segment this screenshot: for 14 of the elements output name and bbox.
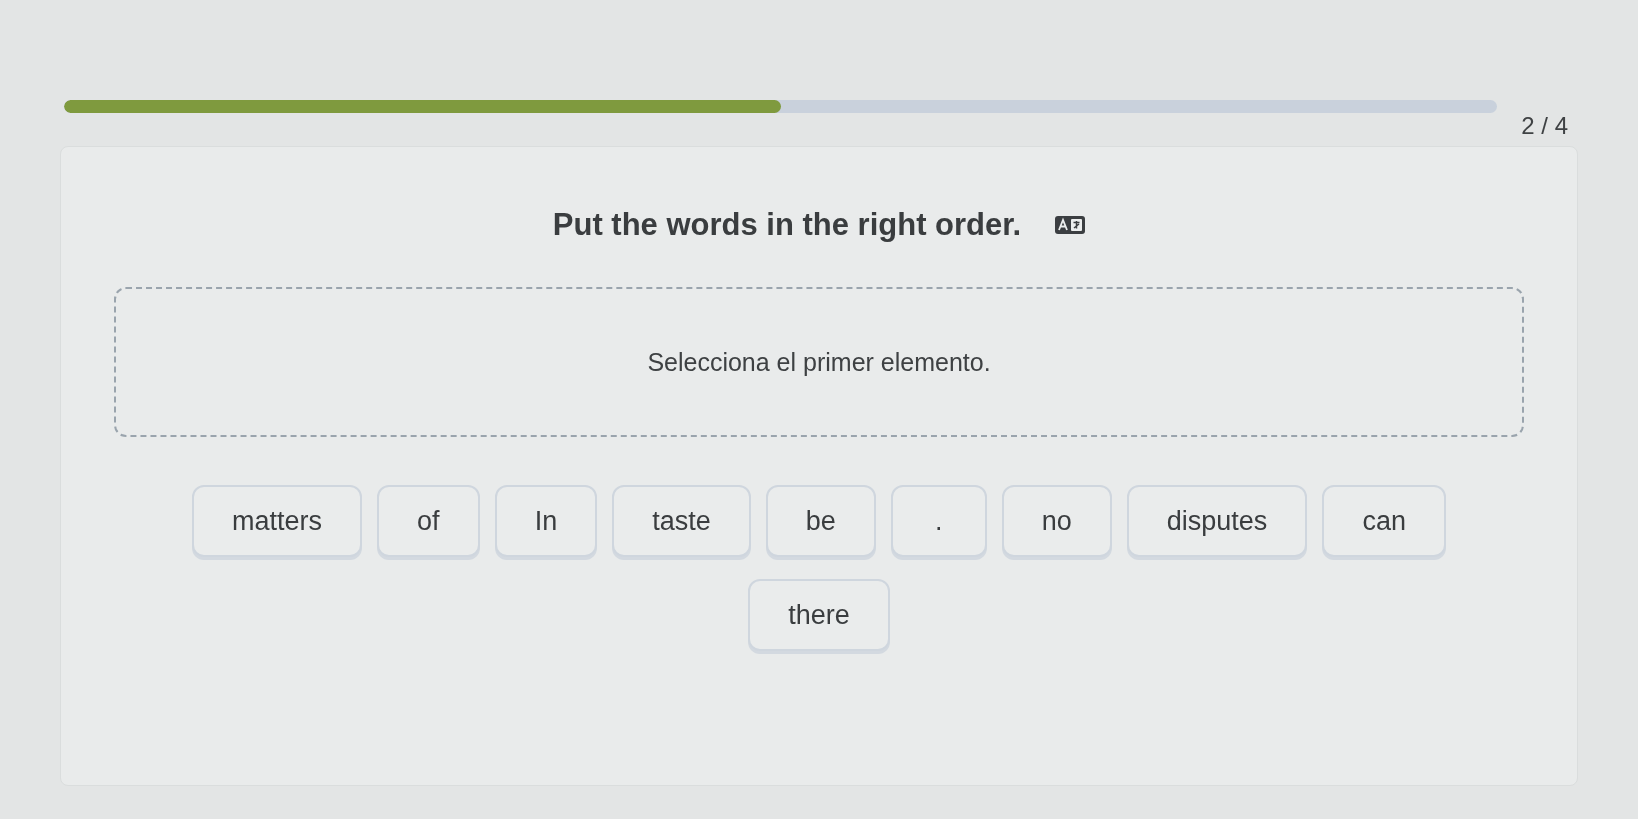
translate-icon[interactable]: [1055, 216, 1086, 234]
word-tile[interactable]: taste: [612, 485, 751, 557]
word-tile[interactable]: disputes: [1126, 485, 1308, 557]
word-tile[interactable]: can: [1322, 485, 1446, 557]
question-counter: 2 / 4: [1521, 112, 1568, 140]
word-tile[interactable]: be: [765, 485, 876, 557]
word-tile[interactable]: matters: [192, 485, 363, 557]
instruction-text: Put the words in the right order.: [552, 207, 1022, 243]
answer-box[interactable]: Selecciona el primer elemento.: [114, 287, 1524, 437]
word-tile[interactable]: there: [748, 579, 890, 651]
word-tile[interactable]: .: [890, 485, 987, 557]
word-tile[interactable]: of: [377, 485, 480, 557]
word-tile[interactable]: no: [1001, 485, 1112, 557]
word-tile[interactable]: In: [494, 485, 598, 557]
